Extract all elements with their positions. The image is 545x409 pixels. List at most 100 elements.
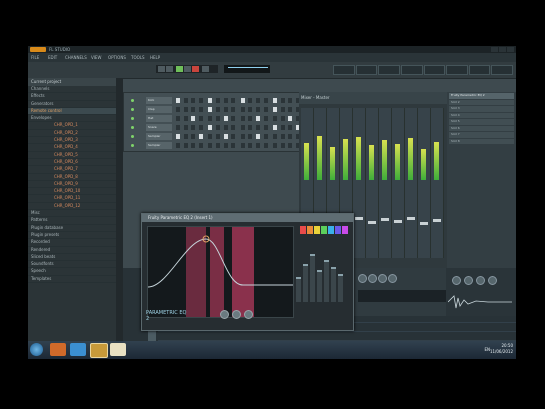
browser-item[interactable]: Plugin presets — [28, 232, 116, 240]
step-button[interactable] — [273, 134, 278, 139]
eq-band-slider[interactable] — [331, 267, 336, 302]
eq-freq-knob[interactable] — [244, 310, 253, 319]
browser-item[interactable]: Soundfonts — [28, 261, 116, 269]
band-color-pad[interactable] — [342, 226, 348, 234]
maximize-icon[interactable] — [499, 47, 506, 52]
step-button[interactable] — [198, 143, 203, 148]
plugin-knob[interactable] — [358, 274, 367, 283]
fl-studio-task-icon[interactable] — [90, 343, 108, 358]
step-button[interactable] — [231, 125, 236, 130]
volume-fader[interactable] — [394, 220, 402, 223]
channel-name-button[interactable]: Sampler — [146, 133, 172, 140]
step-button[interactable] — [231, 116, 236, 121]
step-button[interactable] — [223, 107, 228, 112]
step-button[interactable] — [240, 143, 245, 148]
step-button[interactable] — [280, 143, 285, 148]
step-button[interactable] — [183, 125, 188, 130]
step-button[interactable] — [263, 134, 268, 139]
step-button[interactable] — [231, 134, 236, 139]
step-button[interactable] — [288, 107, 293, 112]
start-button[interactable] — [30, 343, 43, 356]
step-button[interactable] — [183, 107, 188, 112]
taskbar-app-icon[interactable] — [110, 343, 126, 356]
step-button[interactable] — [176, 143, 180, 148]
step-button[interactable] — [216, 143, 220, 148]
browser-item[interactable]: Misc — [28, 210, 116, 218]
fx-slot[interactable]: Fruity Parametric EQ 2 — [449, 93, 514, 99]
channel-name-button[interactable]: Kick — [146, 97, 172, 104]
step-button[interactable] — [280, 98, 285, 103]
channel-name-button[interactable]: Clap — [146, 106, 172, 113]
channel-led-icon[interactable] — [131, 99, 134, 102]
channel-name-button[interactable]: Hat — [146, 115, 172, 122]
band-color-pad[interactable] — [314, 226, 320, 234]
browser-file[interactable]: CHR_OPD_7 — [28, 166, 116, 174]
step-button[interactable] — [183, 143, 188, 148]
step-button[interactable] — [191, 134, 196, 139]
step-button[interactable] — [183, 98, 188, 103]
browser-item[interactable]: Sliced beats — [28, 254, 116, 262]
menu-options[interactable]: OPTIONS — [108, 55, 126, 60]
step-button[interactable] — [191, 116, 196, 121]
step-button[interactable] — [198, 116, 203, 121]
browser-file[interactable]: CHR_OPD_2 — [28, 130, 116, 138]
browser-file[interactable]: CHR_OPD_5 — [28, 152, 116, 159]
step-button[interactable] — [248, 134, 253, 139]
step-button[interactable] — [273, 98, 278, 103]
song-mode-icon[interactable] — [166, 66, 173, 72]
step-button[interactable] — [231, 107, 236, 112]
sample-knob[interactable] — [488, 276, 497, 285]
browser-file[interactable]: CHR_OPD_6 — [28, 159, 116, 167]
step-button[interactable] — [176, 98, 180, 103]
step-button[interactable] — [280, 125, 285, 130]
step-button[interactable] — [223, 125, 228, 130]
step-button[interactable] — [208, 134, 213, 139]
step-button[interactable] — [248, 143, 253, 148]
mixer-track[interactable] — [353, 108, 366, 258]
browser-item[interactable]: Generators — [28, 101, 116, 108]
tempo-tap-icon[interactable] — [468, 65, 491, 75]
mixer-track[interactable] — [431, 108, 444, 258]
step-button[interactable] — [288, 134, 293, 139]
browser-item[interactable]: Remote control — [28, 107, 116, 116]
step-button[interactable] — [208, 107, 213, 112]
fx-slot[interactable]: Slot 4 — [449, 112, 514, 118]
fx-slot[interactable]: Slot 6 — [449, 125, 514, 131]
step-button[interactable] — [223, 98, 228, 103]
browser-item[interactable]: Patterns — [28, 217, 116, 225]
browser-item[interactable]: Envelopes — [28, 115, 116, 123]
step-button[interactable] — [280, 116, 285, 121]
browser-item[interactable]: Effects — [28, 93, 116, 101]
step-button[interactable] — [256, 116, 260, 121]
step-button[interactable] — [248, 98, 253, 103]
fx-slot[interactable]: Slot 7 — [449, 132, 514, 138]
step-button[interactable] — [263, 143, 268, 148]
browser-item[interactable]: Rendered — [28, 247, 116, 254]
step-button[interactable] — [198, 134, 203, 139]
mixer-icon[interactable] — [400, 65, 423, 75]
play-icon[interactable] — [176, 66, 183, 72]
step-button[interactable] — [198, 98, 203, 103]
step-button[interactable] — [240, 125, 245, 130]
volume-fader[interactable] — [381, 218, 389, 222]
step-button[interactable] — [263, 107, 268, 112]
step-button[interactable] — [263, 125, 268, 130]
plugin-knob[interactable] — [388, 274, 397, 283]
menu-edit[interactable]: EDIT — [48, 55, 57, 60]
mixer-track[interactable] — [418, 108, 431, 258]
step-button[interactable] — [198, 107, 203, 112]
step-button[interactable] — [240, 134, 245, 139]
step-button[interactable] — [223, 134, 228, 139]
eq-band-sliders[interactable] — [296, 236, 344, 302]
explorer-icon[interactable] — [70, 343, 86, 356]
step-button[interactable] — [288, 143, 293, 148]
band-color-pad[interactable] — [307, 226, 313, 234]
mixer-track[interactable] — [405, 108, 418, 258]
step-button[interactable] — [198, 125, 203, 130]
step-button[interactable] — [183, 134, 188, 139]
step-button[interactable] — [248, 116, 253, 121]
volume-fader[interactable] — [368, 220, 376, 224]
fx-slot[interactable]: Slot 2 — [449, 99, 514, 105]
step-button[interactable] — [191, 98, 196, 103]
cpu-icon[interactable] — [491, 65, 513, 75]
